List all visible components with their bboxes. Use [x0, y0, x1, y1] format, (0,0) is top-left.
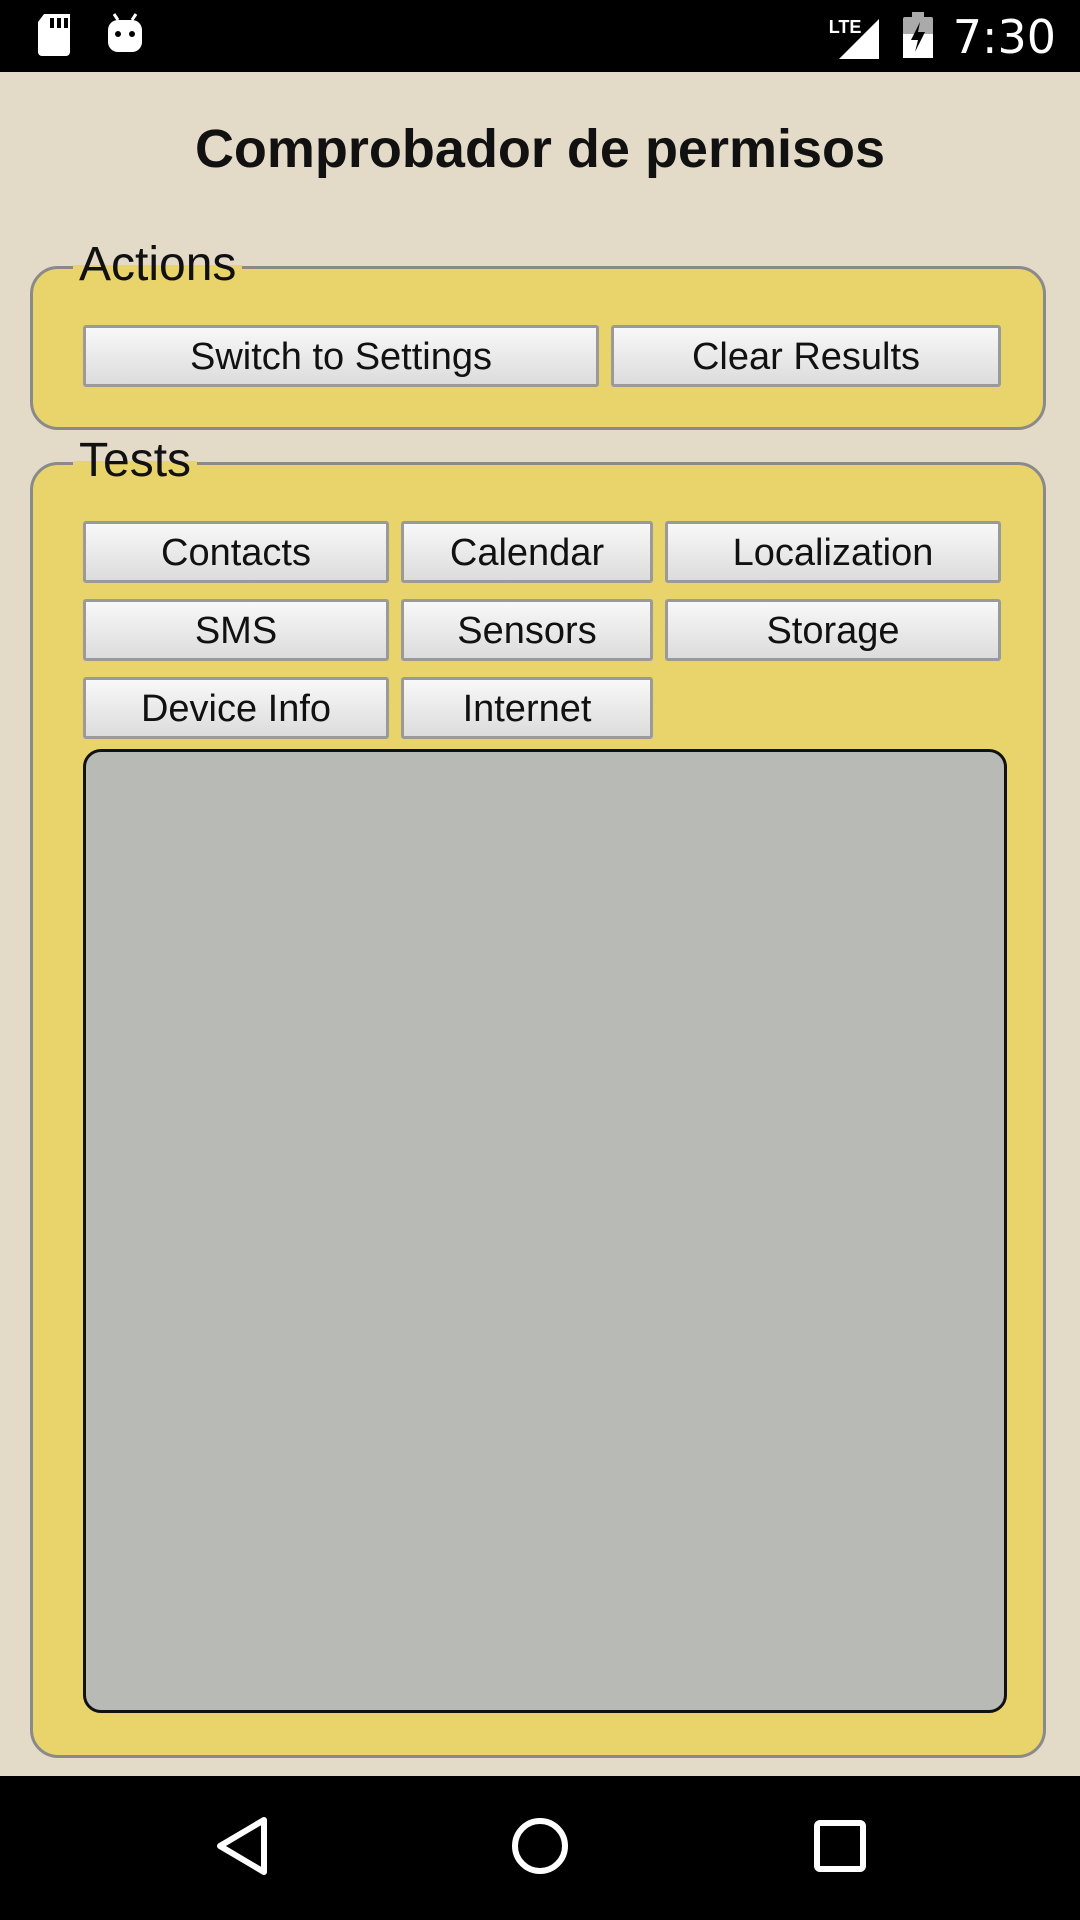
recents-button[interactable]: [780, 1776, 900, 1920]
navigation-bar: [0, 1776, 1080, 1920]
storage-button[interactable]: Storage: [665, 599, 1001, 661]
app-content: Comprobador de permisos Actions Switch t…: [0, 72, 1080, 1776]
network-label: LTE: [828, 17, 862, 37]
calendar-button[interactable]: Calendar: [401, 521, 653, 583]
internet-button[interactable]: Internet: [401, 677, 653, 739]
sd-card-icon: [36, 12, 72, 61]
home-icon: [510, 1816, 570, 1881]
sms-button[interactable]: SMS: [83, 599, 389, 661]
tests-legend: Tests: [73, 431, 198, 491]
recents-icon: [813, 1819, 867, 1878]
back-icon: [214, 1816, 270, 1881]
battery-charging-icon: [902, 11, 933, 63]
status-left: [36, 12, 144, 61]
status-bar: LTE 7:30: [0, 0, 1080, 72]
contacts-button[interactable]: Contacts: [83, 521, 389, 583]
home-button[interactable]: [480, 1776, 600, 1920]
tests-group: Tests Contacts Calendar Localization SMS…: [30, 431, 1046, 1758]
results-area[interactable]: [83, 749, 1007, 1713]
device-info-button[interactable]: Device Info: [83, 677, 389, 739]
page-title: Comprobador de permisos: [194, 119, 886, 179]
actions-group: Actions Switch to Settings Clear Results: [30, 235, 1046, 430]
localization-button[interactable]: Localization: [665, 521, 1001, 583]
actions-legend: Actions: [73, 235, 243, 295]
clock: 7:30: [952, 10, 1056, 64]
switch-to-settings-button[interactable]: Switch to Settings: [83, 325, 599, 387]
signal-icon: LTE: [829, 13, 883, 61]
back-button[interactable]: [182, 1776, 302, 1920]
clear-results-button[interactable]: Clear Results: [611, 325, 1001, 387]
android-debug-icon: [106, 12, 144, 61]
sensors-button[interactable]: Sensors: [401, 599, 653, 661]
status-right: LTE 7:30: [829, 10, 1056, 64]
